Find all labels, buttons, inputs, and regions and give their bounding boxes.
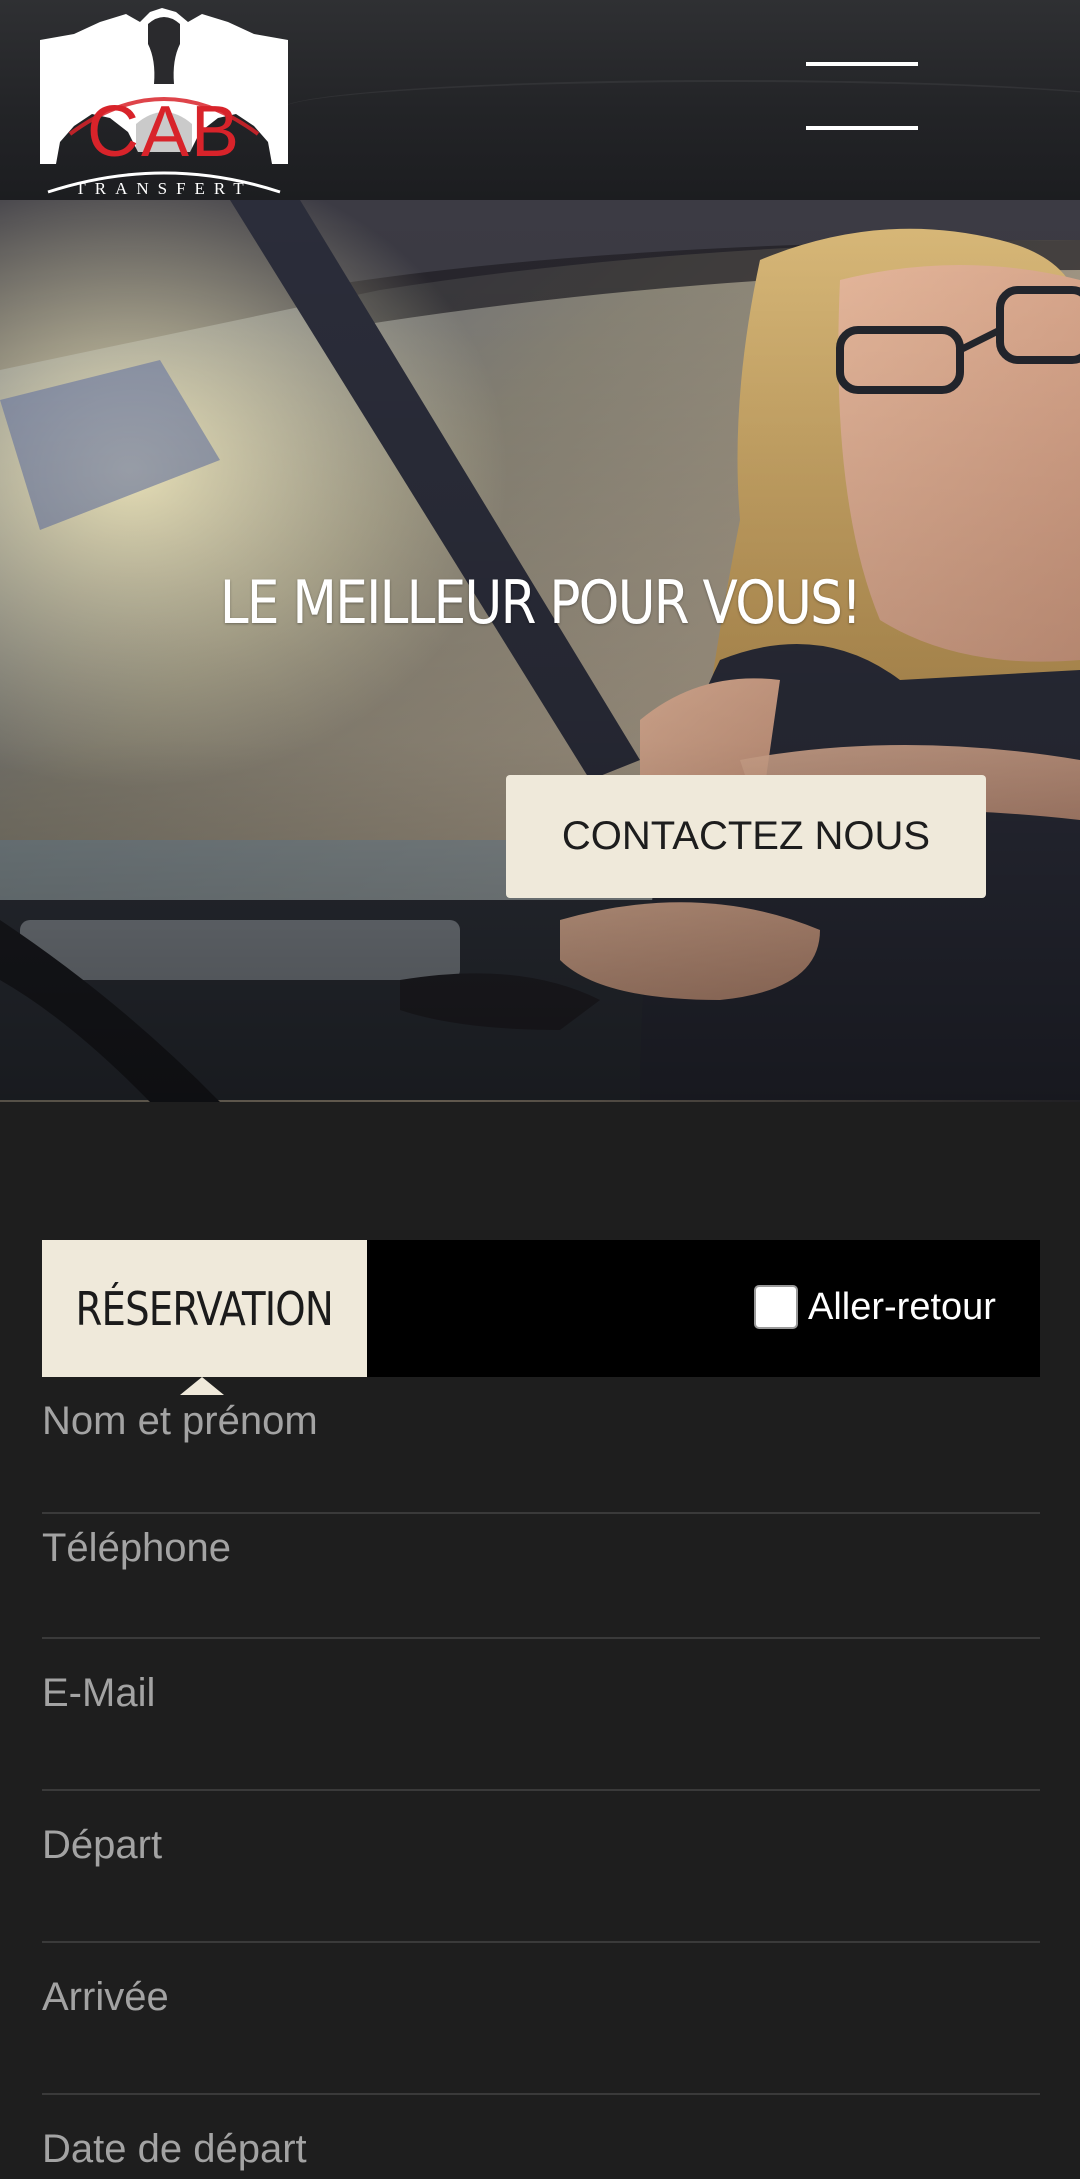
roundtrip-label: Aller-retour: [808, 1285, 996, 1328]
hamburger-icon-bar: [806, 126, 918, 130]
departure-field-wrapper: [42, 1791, 1040, 1943]
cab-transfert-logo[interactable]: CAB TRANSFERT: [40, 4, 288, 198]
roundtrip-option[interactable]: Aller-retour: [754, 1277, 996, 1337]
header-decoration: [280, 80, 1080, 140]
email-input[interactable]: [42, 1667, 1040, 1719]
booking-tab-bar: RÉSERVATION Aller-retour: [42, 1240, 1040, 1395]
departure-date-input[interactable]: [42, 2123, 1040, 2175]
logo-brand-text: CAB: [86, 92, 242, 172]
hamburger-menu-button[interactable]: [806, 58, 918, 134]
departure-date-field-wrapper: [42, 2095, 1040, 2179]
arrival-input[interactable]: [42, 1971, 1040, 2023]
tab-reservation[interactable]: RÉSERVATION: [42, 1240, 367, 1377]
hero-photo-image: [0, 200, 1080, 1102]
arrival-field-wrapper: [42, 1943, 1040, 2095]
name-input[interactable]: [42, 1395, 1040, 1447]
phone-input[interactable]: [42, 1517, 1040, 1579]
email-field-wrapper: [42, 1639, 1040, 1791]
name-field-wrapper: [42, 1377, 1040, 1514]
hero-banner: LE MEILLEUR POUR VOUS! CONTACTEZ NOUS: [0, 200, 1080, 1102]
logo-tagline: TRANSFERT: [75, 179, 253, 198]
contact-us-button[interactable]: CONTACTEZ NOUS: [506, 775, 986, 898]
hero-title: LE MEILLEUR POUR VOUS!: [219, 568, 862, 638]
hamburger-icon: [806, 62, 918, 66]
site-header: CAB TRANSFERT: [0, 0, 1080, 200]
tab-reservation-label: RÉSERVATION: [75, 1281, 334, 1336]
roundtrip-checkbox[interactable]: [754, 1285, 798, 1329]
departure-input[interactable]: [42, 1819, 1040, 1871]
phone-field-wrapper: [42, 1514, 1040, 1639]
